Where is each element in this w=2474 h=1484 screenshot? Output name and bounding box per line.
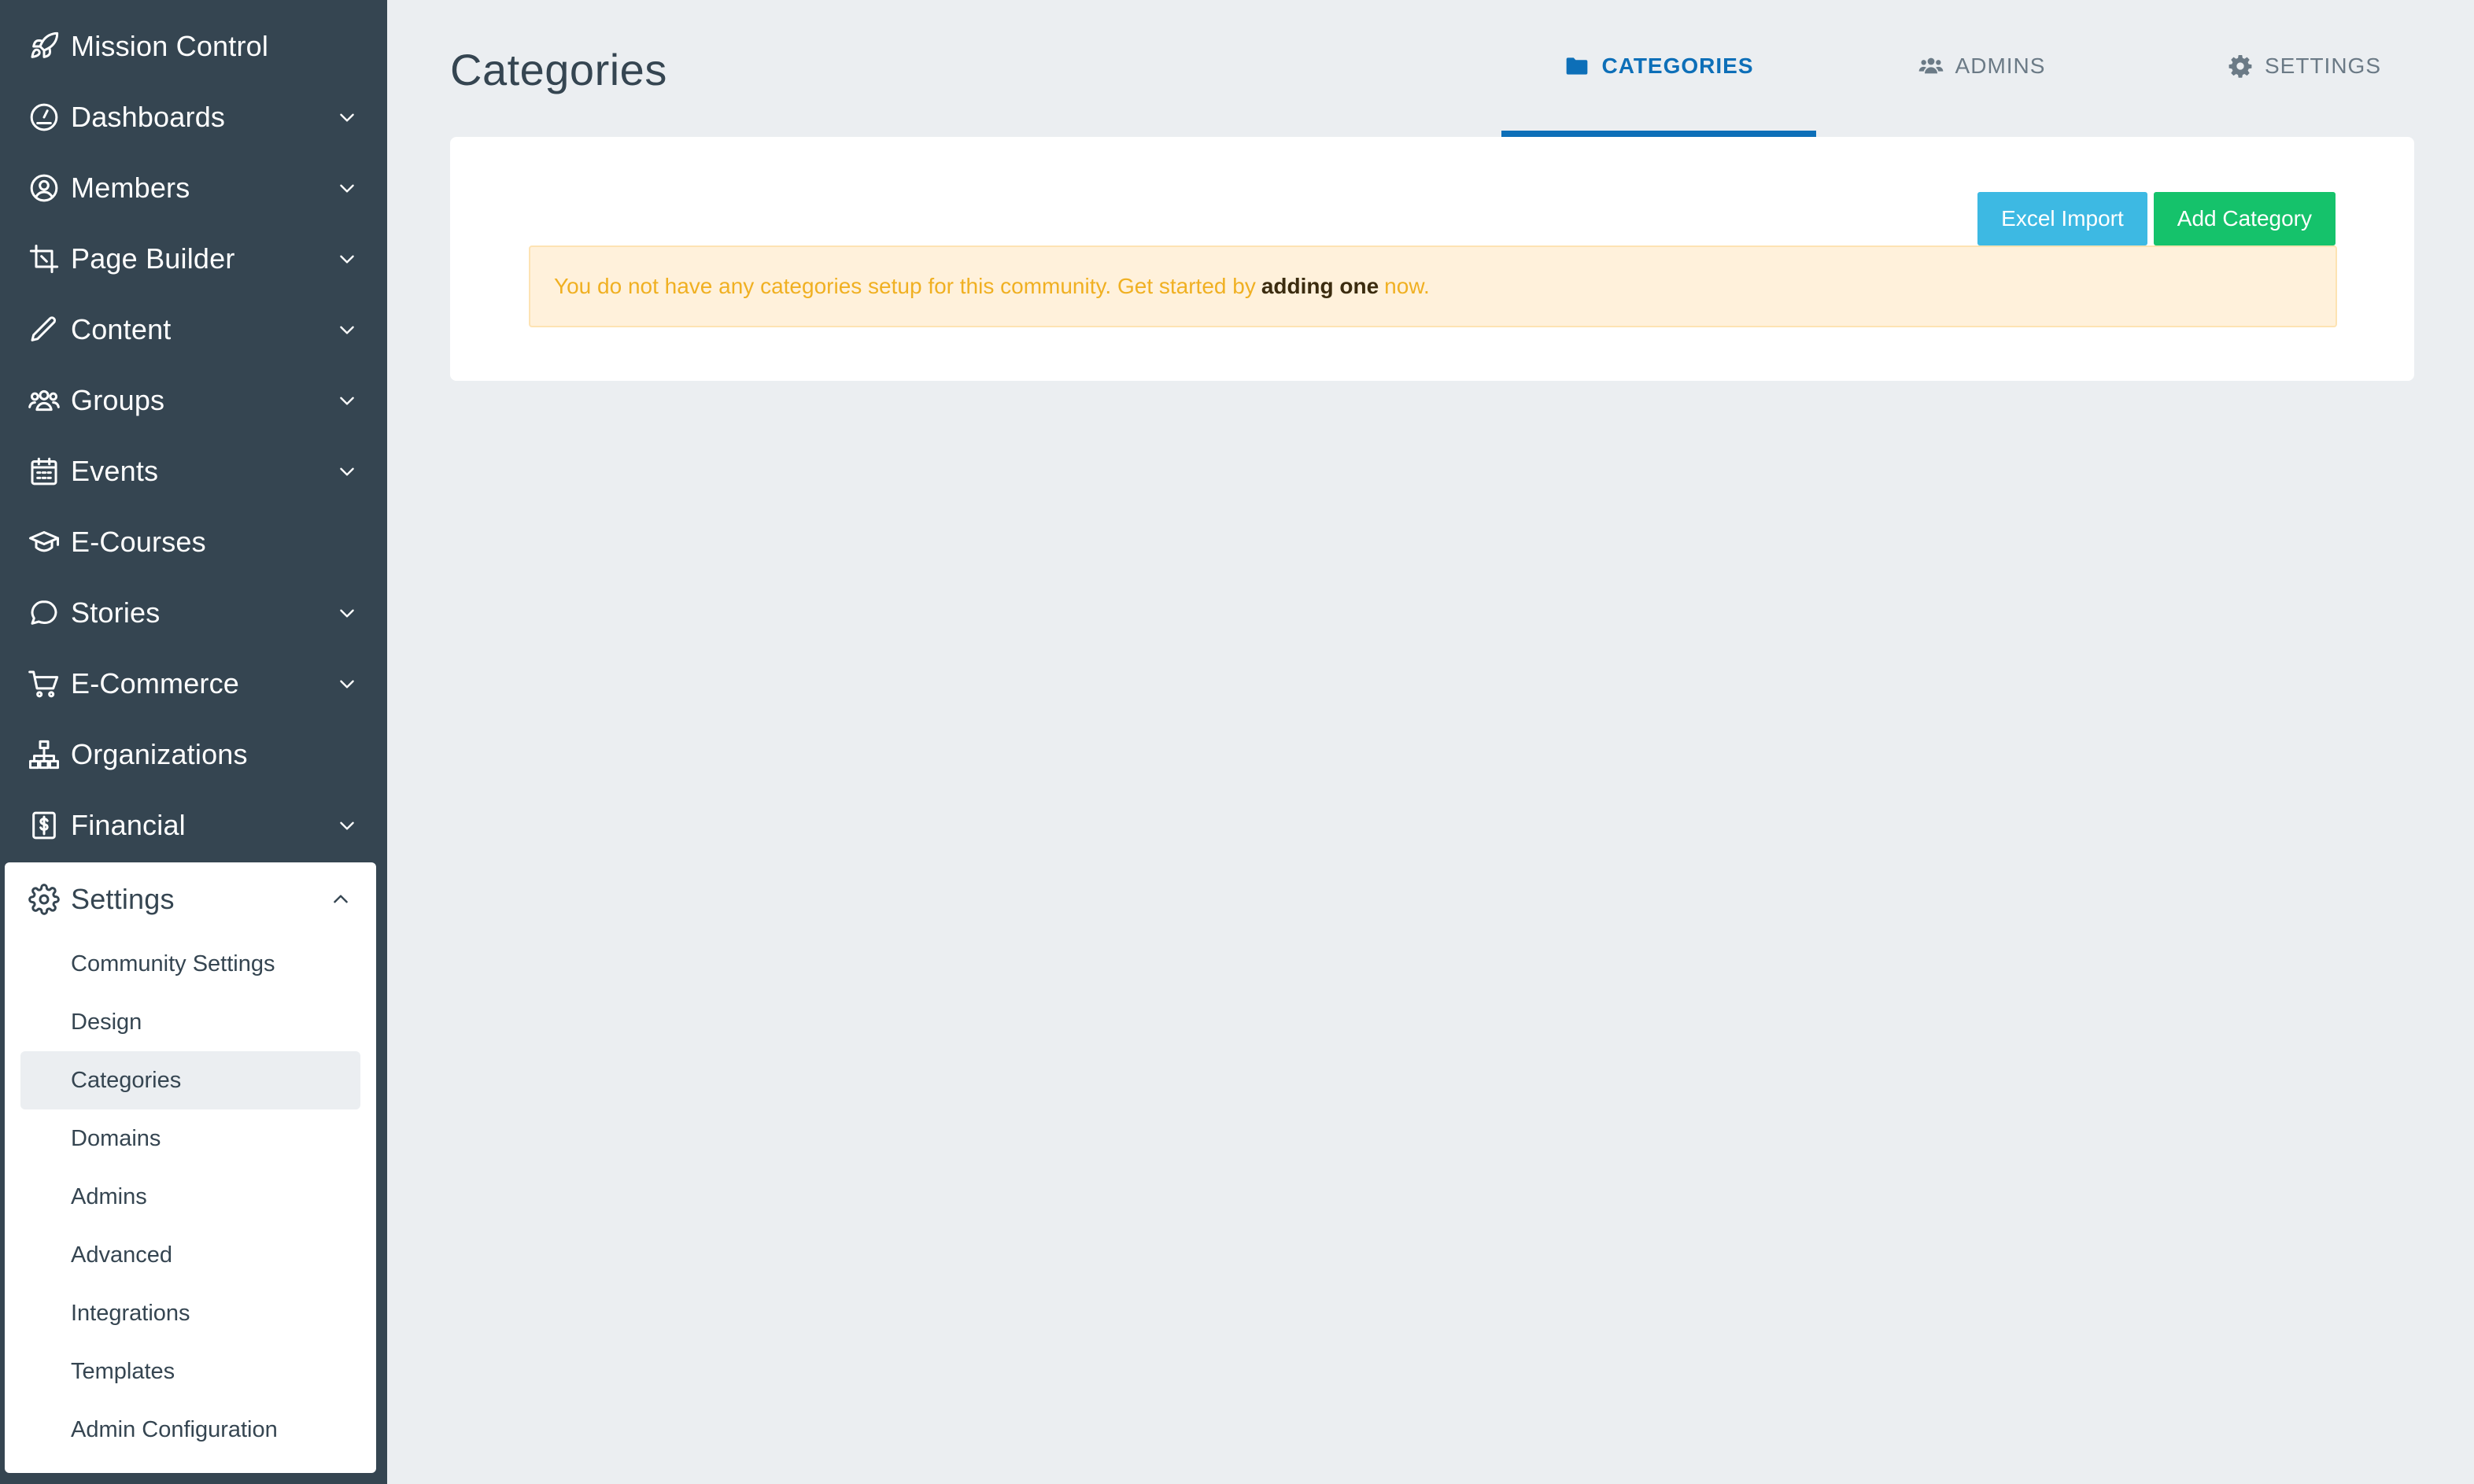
submenu-item-templates[interactable]: Templates bbox=[20, 1342, 360, 1401]
sidebar-item-groups[interactable]: Groups bbox=[0, 365, 387, 436]
sidebar-item-label: Financial bbox=[71, 809, 186, 841]
tab-admins[interactable]: ADMINS bbox=[1816, 0, 2147, 137]
card-actions: Excel Import Add Category bbox=[1977, 192, 2336, 245]
chevron-down-icon[interactable] bbox=[335, 318, 359, 341]
org-chart-icon bbox=[27, 737, 61, 772]
user-circle-icon bbox=[27, 171, 61, 205]
categories-card: Excel Import Add Category You do not hav… bbox=[450, 137, 2414, 381]
sidebar-item-label: Settings bbox=[71, 883, 175, 915]
tab-label: SETTINGS bbox=[2264, 54, 2381, 78]
chevron-down-icon[interactable] bbox=[335, 105, 359, 129]
gauge-icon bbox=[27, 100, 61, 135]
chevron-up-icon[interactable] bbox=[329, 888, 353, 911]
sidebar-item-settings[interactable]: Settings bbox=[5, 864, 376, 935]
sidebar-item-label: Mission Control bbox=[71, 30, 269, 62]
sidebar-item-members[interactable]: Members bbox=[0, 153, 387, 223]
chevron-down-icon[interactable] bbox=[335, 389, 359, 412]
main-content: Categories CATEGORIES ADMINS SETTINGS Ex… bbox=[387, 0, 2474, 1484]
sidebar-item-label: Page Builder bbox=[71, 242, 235, 275]
crop-icon bbox=[27, 242, 61, 276]
submenu-item-advanced[interactable]: Advanced bbox=[20, 1226, 360, 1284]
sidebar-item-organizations[interactable]: Organizations bbox=[0, 719, 387, 790]
tab-settings[interactable]: SETTINGS bbox=[2147, 0, 2461, 137]
speech-bubble-icon bbox=[27, 596, 61, 630]
sidebar-item-financial[interactable]: Financial bbox=[0, 790, 387, 861]
tab-categories[interactable]: CATEGORIES bbox=[1501, 0, 1816, 137]
chevron-down-icon[interactable] bbox=[335, 672, 359, 696]
submenu-item-community-settings[interactable]: Community Settings bbox=[20, 935, 360, 993]
sidebar-item-label: Members bbox=[71, 172, 190, 204]
chevron-down-icon[interactable] bbox=[335, 601, 359, 625]
rocket-icon bbox=[27, 29, 61, 64]
sidebar-item-e-commerce[interactable]: E-Commerce bbox=[0, 648, 387, 719]
chevron-down-icon[interactable] bbox=[335, 247, 359, 271]
pencil-icon bbox=[27, 312, 61, 347]
dollar-icon bbox=[27, 808, 61, 843]
add-category-button[interactable]: Add Category bbox=[2153, 192, 2336, 245]
submenu-item-design[interactable]: Design bbox=[20, 993, 360, 1051]
sidebar-item-label: E-Courses bbox=[71, 526, 206, 558]
page-title: Categories bbox=[450, 45, 667, 94]
chevron-down-icon[interactable] bbox=[335, 814, 359, 837]
app-root: Mission Control Dashboards Members Page … bbox=[0, 0, 2474, 1484]
graduation-cap-icon bbox=[27, 525, 61, 559]
submenu-item-admin-configuration[interactable]: Admin Configuration bbox=[20, 1401, 360, 1459]
adding-one-link[interactable]: adding one bbox=[1261, 274, 1379, 299]
sidebar-item-label: E-Commerce bbox=[71, 667, 240, 700]
sidebar-item-label: Groups bbox=[71, 384, 165, 416]
calendar-icon bbox=[27, 454, 61, 489]
empty-state-alert: You do not have any categories setup for… bbox=[529, 245, 2337, 327]
gear-icon bbox=[2227, 53, 2254, 79]
users-icon bbox=[27, 383, 61, 418]
submenu-item-domains[interactable]: Domains bbox=[20, 1109, 360, 1168]
alert-text-before: You do not have any categories setup for… bbox=[554, 274, 1256, 298]
sidebar-item-label: Organizations bbox=[71, 738, 248, 770]
sidebar-item-label: Stories bbox=[71, 596, 161, 629]
chevron-down-icon[interactable] bbox=[335, 460, 359, 483]
sidebar-item-mission-control[interactable]: Mission Control bbox=[0, 11, 387, 82]
settings-panel: Settings Community Settings Design Categ… bbox=[5, 862, 376, 1473]
sidebar-item-label: Dashboards bbox=[71, 101, 226, 133]
alert-text-after: now. bbox=[1384, 274, 1430, 298]
sidebar-item-events[interactable]: Events bbox=[0, 436, 387, 507]
tab-bar: CATEGORIES ADMINS SETTINGS bbox=[1501, 0, 2461, 137]
sidebar: Mission Control Dashboards Members Page … bbox=[0, 0, 387, 1484]
sidebar-item-label: Content bbox=[71, 313, 172, 345]
settings-submenu: Community Settings Design Categories Dom… bbox=[5, 935, 376, 1459]
tab-label: CATEGORIES bbox=[1601, 54, 1754, 78]
sidebar-item-page-builder[interactable]: Page Builder bbox=[0, 223, 387, 294]
submenu-item-categories[interactable]: Categories bbox=[20, 1051, 360, 1109]
sidebar-item-dashboards[interactable]: Dashboards bbox=[0, 82, 387, 153]
gear-icon bbox=[27, 882, 61, 917]
chevron-down-icon[interactable] bbox=[335, 176, 359, 200]
submenu-item-admins[interactable]: Admins bbox=[20, 1168, 360, 1226]
excel-import-button[interactable]: Excel Import bbox=[1977, 192, 2147, 245]
submenu-item-integrations[interactable]: Integrations bbox=[20, 1284, 360, 1342]
sidebar-item-label: Events bbox=[71, 455, 159, 487]
cart-icon bbox=[27, 666, 61, 701]
users-icon bbox=[1918, 53, 1944, 79]
sidebar-item-content[interactable]: Content bbox=[0, 294, 387, 365]
folder-icon bbox=[1564, 53, 1590, 79]
sidebar-item-stories[interactable]: Stories bbox=[0, 578, 387, 648]
tab-label: ADMINS bbox=[1955, 54, 2046, 78]
sidebar-item-e-courses[interactable]: E-Courses bbox=[0, 507, 387, 578]
